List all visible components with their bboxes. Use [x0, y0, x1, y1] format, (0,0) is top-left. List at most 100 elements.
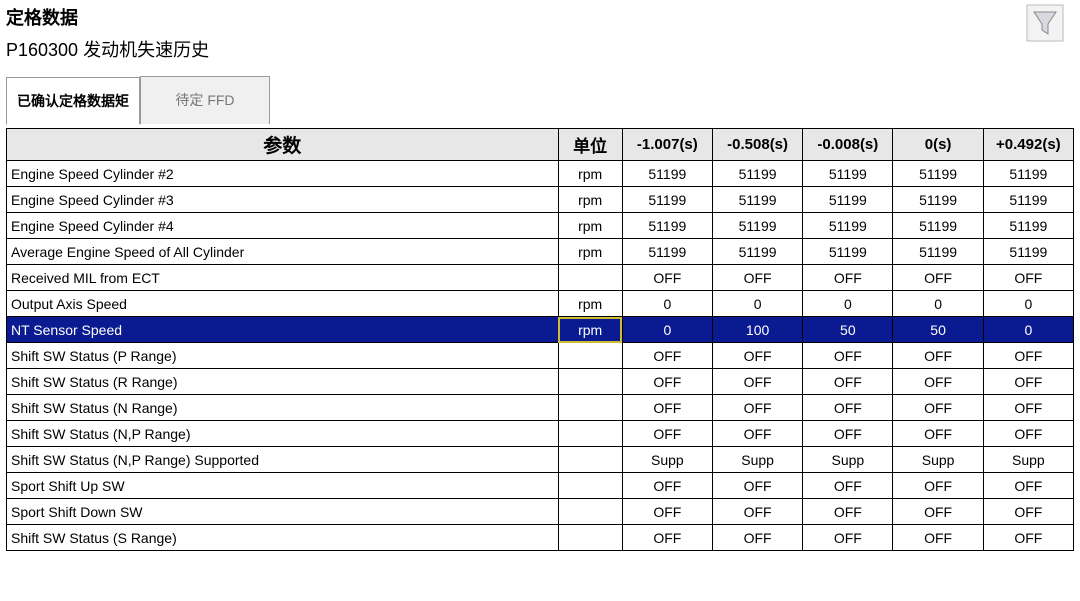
value-cell: OFF	[712, 473, 802, 499]
value-cell: 51199	[983, 161, 1073, 187]
value-cell: 51199	[893, 161, 983, 187]
value-cell: 0	[712, 291, 802, 317]
param-cell: NT Sensor Speed	[7, 317, 559, 343]
unit-cell	[558, 265, 622, 291]
unit-cell: rpm	[558, 213, 622, 239]
value-cell: OFF	[983, 499, 1073, 525]
unit-cell	[558, 525, 622, 551]
value-cell: OFF	[893, 343, 983, 369]
tab-confirmed[interactable]: 已确认定格数据矩	[6, 77, 140, 125]
value-cell: OFF	[622, 473, 712, 499]
table-row[interactable]: Received MIL from ECTOFFOFFOFFOFFOFF	[7, 265, 1074, 291]
unit-cell	[558, 499, 622, 525]
table-row[interactable]: Average Engine Speed of All Cylinderrpm5…	[7, 239, 1074, 265]
param-cell: Shift SW Status (N,P Range)	[7, 421, 559, 447]
value-cell: 0	[983, 291, 1073, 317]
value-cell: Supp	[622, 447, 712, 473]
header: 定格数据 P160300 发动机失速历史	[0, 0, 1080, 62]
unit-cell: rpm	[558, 187, 622, 213]
value-cell: OFF	[983, 421, 1073, 447]
value-cell: 51199	[803, 213, 893, 239]
value-cell: 51199	[622, 239, 712, 265]
value-cell: OFF	[803, 421, 893, 447]
param-cell: Engine Speed Cylinder #2	[7, 161, 559, 187]
table-row[interactable]: Engine Speed Cylinder #3rpm5119951199511…	[7, 187, 1074, 213]
value-cell: 51199	[803, 239, 893, 265]
value-cell: OFF	[622, 369, 712, 395]
value-cell: OFF	[803, 499, 893, 525]
col-time-0[interactable]: -1.007(s)	[622, 129, 712, 161]
value-cell: OFF	[622, 395, 712, 421]
value-cell: 51199	[893, 239, 983, 265]
unit-cell: rpm	[558, 239, 622, 265]
table-row[interactable]: NT Sensor Speedrpm010050500	[7, 317, 1074, 343]
unit-cell	[558, 369, 622, 395]
param-cell: Received MIL from ECT	[7, 265, 559, 291]
value-cell: 51199	[893, 213, 983, 239]
table-row[interactable]: Engine Speed Cylinder #2rpm5119951199511…	[7, 161, 1074, 187]
tab-pending[interactable]: 待定 FFD	[140, 76, 270, 124]
filter-icon[interactable]	[1026, 4, 1064, 45]
table-row[interactable]: Shift SW Status (N Range)OFFOFFOFFOFFOFF	[7, 395, 1074, 421]
value-cell: 51199	[622, 161, 712, 187]
unit-cell: rpm	[558, 317, 622, 343]
param-cell: Shift SW Status (R Range)	[7, 369, 559, 395]
col-time-1[interactable]: -0.508(s)	[712, 129, 802, 161]
value-cell: OFF	[712, 369, 802, 395]
tab-pending-label: 待定 FFD	[175, 92, 234, 108]
table-row[interactable]: Shift SW Status (N,P Range)OFFOFFOFFOFFO…	[7, 421, 1074, 447]
value-cell: OFF	[712, 265, 802, 291]
value-cell: 51199	[622, 187, 712, 213]
value-cell: OFF	[622, 421, 712, 447]
value-cell: OFF	[712, 343, 802, 369]
table-row[interactable]: Shift SW Status (P Range)OFFOFFOFFOFFOFF	[7, 343, 1074, 369]
value-cell: 0	[893, 291, 983, 317]
value-cell: OFF	[983, 525, 1073, 551]
table-row[interactable]: Output Axis Speedrpm00000	[7, 291, 1074, 317]
value-cell: 0	[622, 317, 712, 343]
param-cell: Engine Speed Cylinder #3	[7, 187, 559, 213]
value-cell: OFF	[983, 473, 1073, 499]
table-row[interactable]: Sport Shift Up SWOFFOFFOFFOFFOFF	[7, 473, 1074, 499]
col-time-3[interactable]: 0(s)	[893, 129, 983, 161]
unit-cell	[558, 473, 622, 499]
value-cell: OFF	[712, 395, 802, 421]
table-row[interactable]: Sport Shift Down SWOFFOFFOFFOFFOFF	[7, 499, 1074, 525]
param-cell: Output Axis Speed	[7, 291, 559, 317]
unit-cell: rpm	[558, 161, 622, 187]
value-cell: OFF	[983, 343, 1073, 369]
value-cell: OFF	[712, 525, 802, 551]
table-row[interactable]: Shift SW Status (R Range)OFFOFFOFFOFFOFF	[7, 369, 1074, 395]
value-cell: OFF	[983, 369, 1073, 395]
value-cell: OFF	[893, 265, 983, 291]
value-cell: 51199	[712, 161, 802, 187]
table-row[interactable]: Shift SW Status (N,P Range) SupportedSup…	[7, 447, 1074, 473]
data-table-wrap: 参数 单位 -1.007(s) -0.508(s) -0.008(s) 0(s)…	[0, 128, 1080, 551]
tab-confirmed-label: 已确认定格数据矩	[17, 93, 129, 109]
param-cell: Shift SW Status (N Range)	[7, 395, 559, 421]
value-cell: OFF	[893, 499, 983, 525]
col-time-4[interactable]: +0.492(s)	[983, 129, 1073, 161]
value-cell: 51199	[712, 187, 802, 213]
value-cell: 100	[712, 317, 802, 343]
table-body: Engine Speed Cylinder #2rpm5119951199511…	[7, 161, 1074, 551]
value-cell: 50	[893, 317, 983, 343]
value-cell: 51199	[622, 213, 712, 239]
value-cell: OFF	[622, 343, 712, 369]
value-cell: 51199	[803, 187, 893, 213]
tab-row: 已确认定格数据矩 待定 FFD	[0, 76, 1080, 124]
value-cell: 51199	[712, 213, 802, 239]
table-row[interactable]: Shift SW Status (S Range)OFFOFFOFFOFFOFF	[7, 525, 1074, 551]
value-cell: 51199	[983, 239, 1073, 265]
value-cell: OFF	[622, 265, 712, 291]
value-cell: 0	[622, 291, 712, 317]
param-cell: Sport Shift Up SW	[7, 473, 559, 499]
value-cell: OFF	[893, 473, 983, 499]
value-cell: OFF	[712, 499, 802, 525]
table-row[interactable]: Engine Speed Cylinder #4rpm5119951199511…	[7, 213, 1074, 239]
value-cell: OFF	[803, 369, 893, 395]
value-cell: Supp	[712, 447, 802, 473]
col-unit[interactable]: 单位	[558, 129, 622, 161]
col-param[interactable]: 参数	[7, 129, 559, 161]
col-time-2[interactable]: -0.008(s)	[803, 129, 893, 161]
